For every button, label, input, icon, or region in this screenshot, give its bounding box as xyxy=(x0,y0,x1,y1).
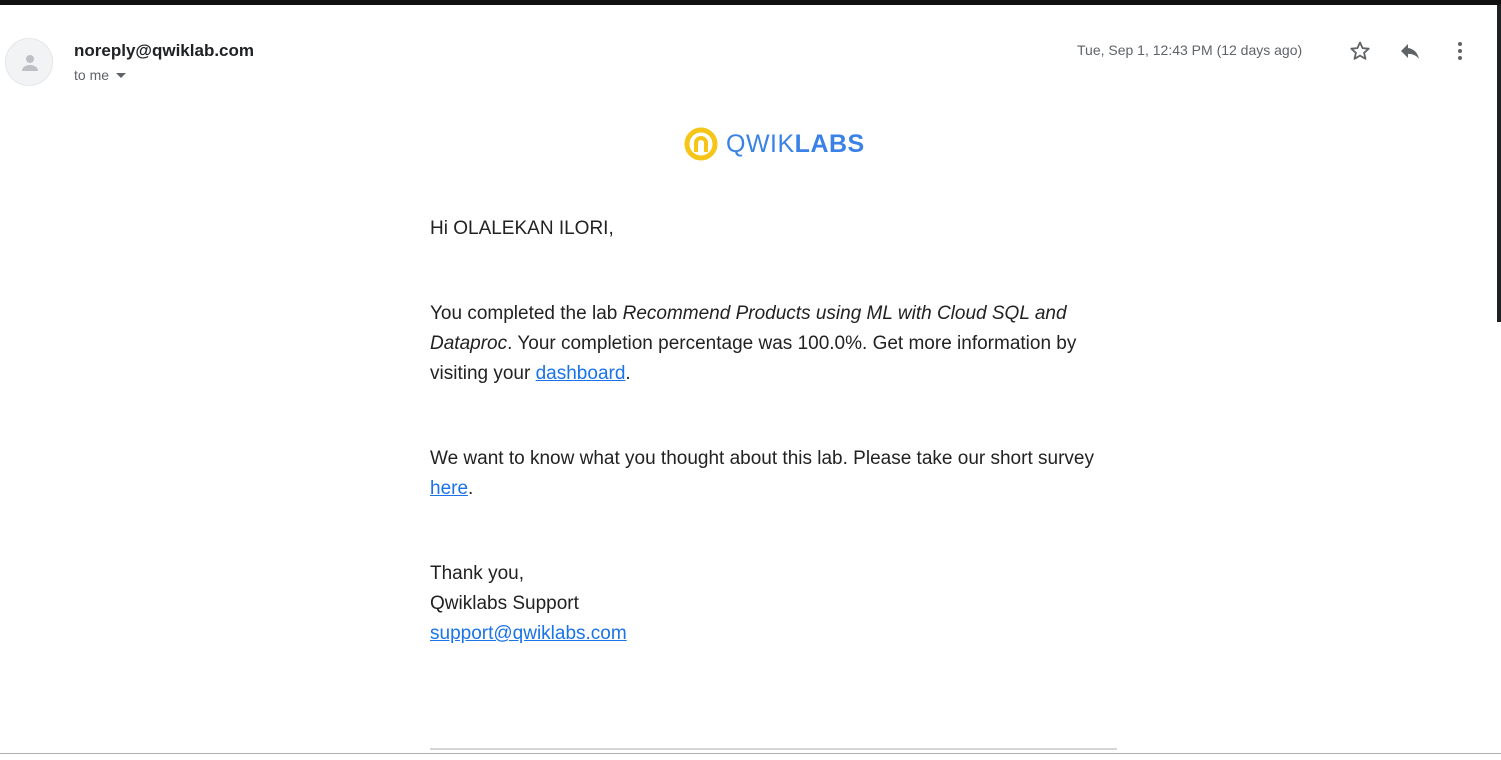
dashboard-link[interactable]: dashboard xyxy=(536,363,626,384)
footer-divider xyxy=(430,748,1117,750)
caret-down-icon[interactable] xyxy=(116,73,127,79)
sender-avatar[interactable] xyxy=(5,38,53,86)
reply-button[interactable] xyxy=(1398,39,1422,63)
qwiklabs-logo: QWIKLABS xyxy=(684,127,865,161)
viewport-bottom-edge xyxy=(0,753,1501,754)
qwiklabs-mark-icon xyxy=(684,127,718,161)
survey-link[interactable]: here xyxy=(430,478,468,499)
logo-wordmark: QWIKLABS xyxy=(726,129,865,158)
signoff: Thank you, Qwiklabs Support support@qwikla… xyxy=(430,559,1120,649)
completion-paragraph: You completed the lab Recommend Products… xyxy=(430,303,1077,384)
star-icon xyxy=(1350,41,1370,60)
scrollbar[interactable] xyxy=(1497,5,1501,322)
window-top-bar xyxy=(0,0,1501,5)
greeting: Hi OLALEKAN ILORI, xyxy=(430,218,614,239)
more-vert-icon xyxy=(1458,42,1462,60)
signature-line: Qwiklabs Support xyxy=(430,593,579,614)
reply-icon xyxy=(1401,44,1419,59)
email-body: Hi OLALEKAN ILORI, You completed the lab… xyxy=(430,214,1120,649)
recipient-label: to me xyxy=(74,67,110,83)
thanks-line: Thank you, xyxy=(430,563,524,584)
more-options-button[interactable] xyxy=(1448,39,1472,63)
email-timestamp: Tue, Sep 1, 12:43 PM (12 days ago) xyxy=(1077,42,1303,58)
recipient-details[interactable]: to me xyxy=(74,67,127,83)
sender-address[interactable]: noreply@qwiklab.com xyxy=(74,41,254,61)
person-icon xyxy=(22,55,38,71)
support-email-link[interactable]: support@qwiklabs.com xyxy=(430,623,627,644)
star-button[interactable] xyxy=(1348,39,1372,63)
survey-paragraph: We want to know what you thought about t… xyxy=(430,448,1094,499)
